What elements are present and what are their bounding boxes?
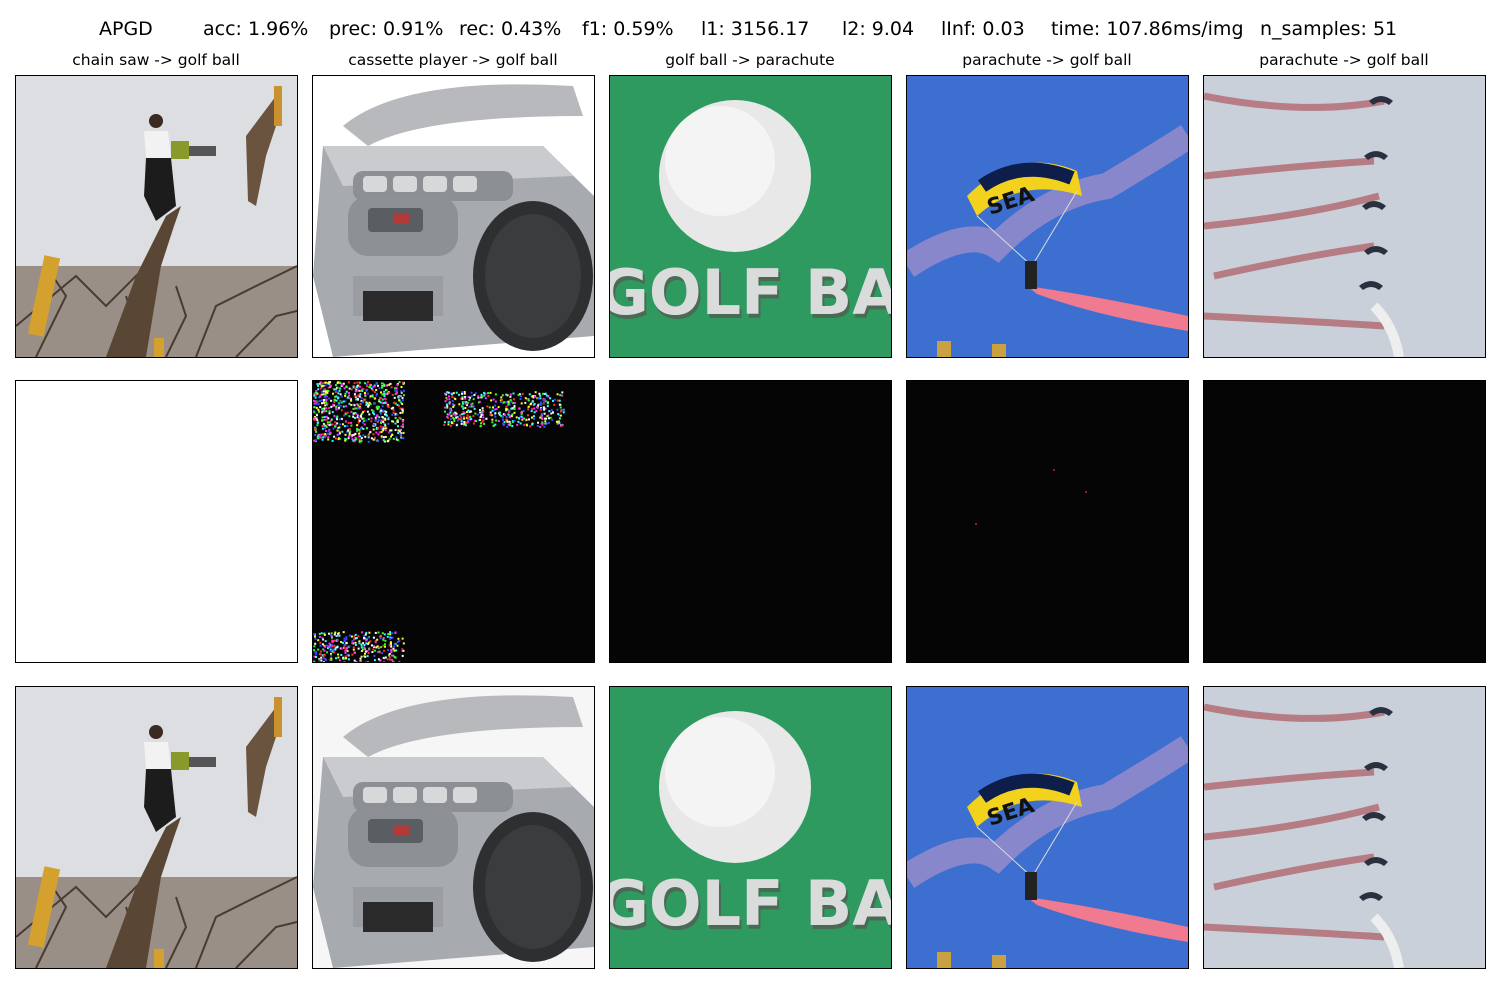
original-image-golf-ball: GOLF BALL GOLF BALL: [609, 75, 892, 358]
l1-metric: l1: 3156.17: [701, 18, 810, 40]
perturbation-parachute-team: [1203, 380, 1486, 663]
original-image-chainsaw: [15, 75, 298, 358]
perturbation-parachute-sea: [906, 380, 1189, 663]
adversarial-image-parachute-team: [1203, 686, 1486, 969]
n-samples-metric: n_samples: 51: [1260, 18, 1398, 40]
cassette-player-image: [313, 76, 594, 357]
perturbation-cassette-player: [312, 380, 595, 663]
parachute-sea-image: SEA: [907, 76, 1188, 357]
time-metric: time: 107.86ms/img: [1051, 18, 1244, 40]
metrics-header: APGD acc: 1.96% prec: 0.91% rec: 0.43% f…: [0, 16, 1500, 42]
column-title-2: cassette player -> golf ball: [348, 51, 558, 69]
original-image-parachute-team: [1203, 75, 1486, 358]
recall-metric: rec: 0.43%: [459, 18, 562, 40]
chainsaw-scene-image: [16, 76, 297, 357]
perturbation-noise-cassette: [313, 381, 594, 662]
method-label: APGD: [99, 18, 153, 40]
l2-metric: l2: 9.04: [842, 18, 915, 40]
original-image-parachute-sea: SEA: [906, 75, 1189, 358]
adversarial-image-cassette-player: [312, 686, 595, 969]
parachute-team-adversarial-image: [1204, 687, 1485, 968]
original-image-cassette-player: [312, 75, 595, 358]
f1-metric: f1: 0.59%: [582, 18, 674, 40]
chainsaw-adversarial-image: [16, 687, 297, 968]
cassette-player-adversarial-image: [313, 687, 594, 968]
perturbation-noise-parachute: [907, 381, 1188, 662]
accuracy-metric: acc: 1.96%: [203, 18, 309, 40]
column-title-4: parachute -> golf ball: [962, 51, 1132, 69]
golf-ball-adversarial-image: GOLF BALL GOLF BALL: [610, 687, 891, 968]
column-title-5: parachute -> golf ball: [1259, 51, 1429, 69]
golf-ball-adv-caption-text: GOLF BALL: [610, 867, 891, 940]
perturbation-chainsaw: [15, 380, 298, 663]
adversarial-image-golf-ball: GOLF BALL GOLF BALL: [609, 686, 892, 969]
adversarial-image-parachute-sea: SEA: [906, 686, 1189, 969]
adversarial-image-chainsaw: [15, 686, 298, 969]
column-title-1: chain saw -> golf ball: [72, 51, 240, 69]
golf-ball-caption-text: GOLF BALL: [610, 256, 891, 329]
parachute-team-image: [1204, 76, 1485, 357]
linf-metric: lInf: 0.03: [941, 18, 1025, 40]
golf-ball-image: GOLF BALL GOLF BALL: [610, 76, 891, 357]
precision-metric: prec: 0.91%: [329, 18, 444, 40]
parachute-sea-adversarial-image: SEA: [907, 687, 1188, 968]
perturbation-golf-ball: [609, 380, 892, 663]
column-title-3: golf ball -> parachute: [665, 51, 835, 69]
